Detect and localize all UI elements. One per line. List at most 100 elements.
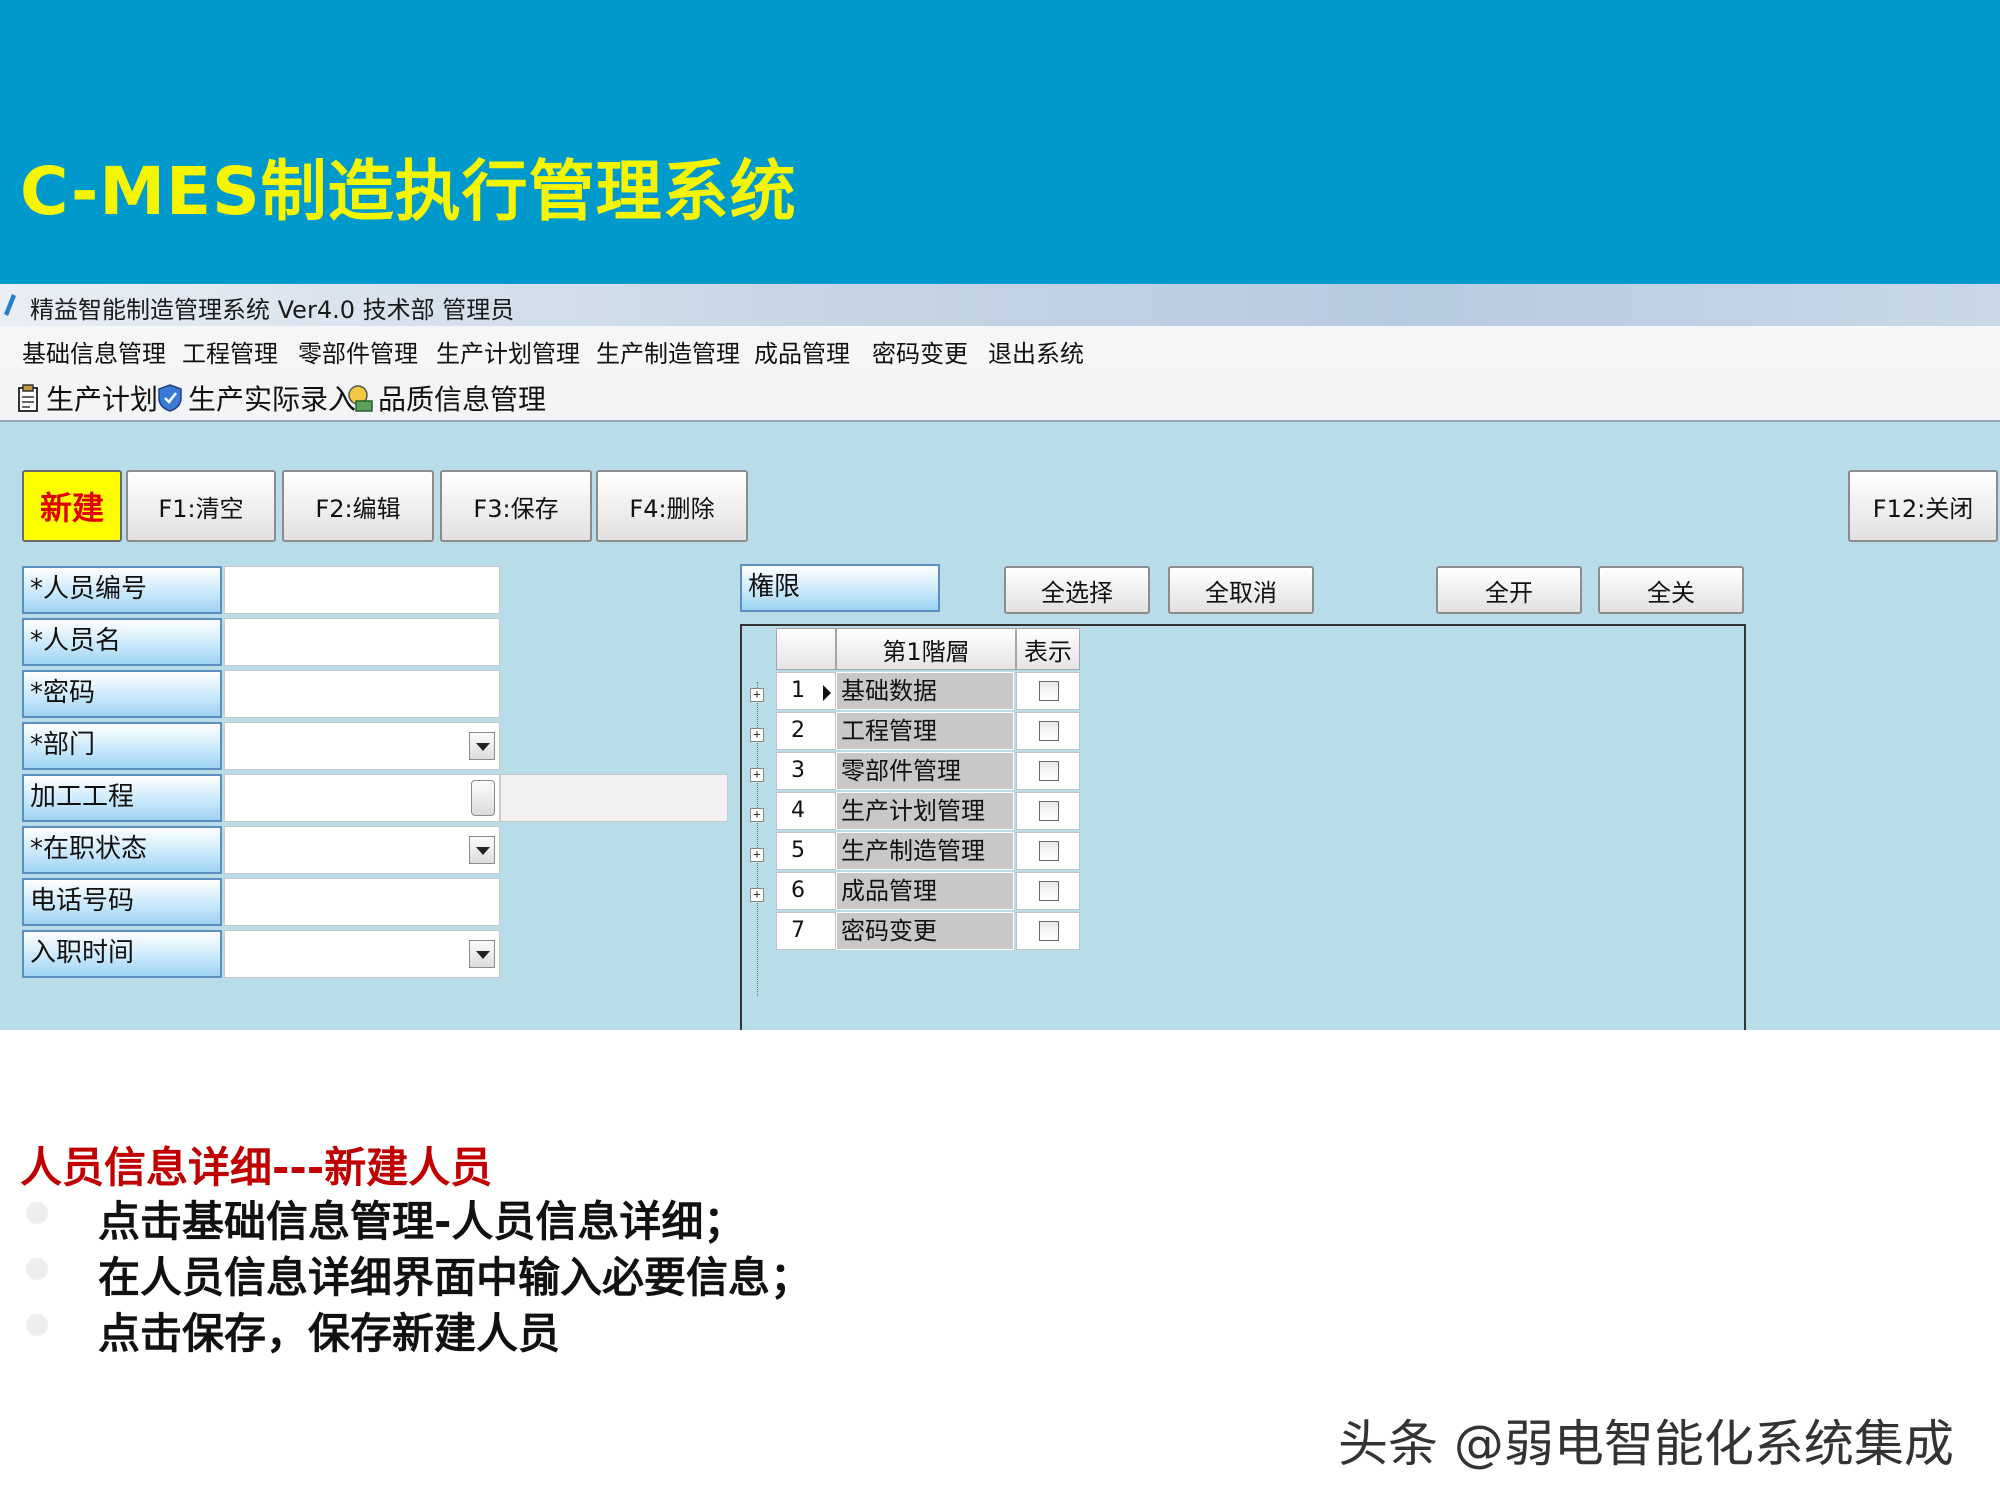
row-display-cell — [1016, 832, 1080, 870]
grid-corner-header — [776, 628, 836, 670]
menu-parts[interactable]: 零部件管理 — [298, 334, 418, 369]
tool-quality-info[interactable]: 品质信息管理 — [346, 378, 546, 418]
caption-bullet: 点击保存，保存新建人员 — [98, 1309, 561, 1358]
menu-change-password[interactable]: 密码变更 — [872, 334, 968, 369]
phone-input[interactable] — [224, 878, 500, 926]
slide-header-band: C-MES制造执行管理系统 — [0, 0, 2000, 284]
edit-button[interactable]: F2:编辑 — [282, 470, 434, 542]
bullet-dot-icon — [26, 1202, 48, 1224]
picker-button[interactable] — [471, 780, 495, 816]
toolbar: 生产计划 生产实际录入 品质信息管理 — [0, 368, 2000, 422]
row-name-cell: 零部件管理 — [836, 752, 1014, 790]
app-window: 精益智能制造管理系统 Ver4.0 技术部 管理员 基础信息管理 工程管理 零部… — [0, 284, 2000, 1030]
row-number-cell: 3 — [776, 752, 836, 790]
password-input[interactable] — [224, 670, 500, 718]
clipboard-icon — [18, 384, 38, 412]
expand-plus-icon[interactable]: + — [750, 728, 764, 742]
tool-actual-entry[interactable]: 生产实际录入 — [156, 378, 356, 418]
bullet-dot-icon — [26, 1314, 48, 1336]
expand-plus-icon[interactable]: + — [750, 808, 764, 822]
display-checkbox[interactable] — [1039, 801, 1059, 821]
employee-name-label: *人员名 — [22, 618, 222, 666]
caption-bullet: 点击基础信息管理-人员信息详细； — [98, 1197, 746, 1246]
expand-plus-icon[interactable]: + — [750, 888, 764, 902]
clear-button[interactable]: F1:清空 — [126, 470, 276, 542]
menu-exit[interactable]: 退出系统 — [988, 334, 1084, 369]
bullet-dot-icon — [26, 1258, 48, 1280]
permission-grid: 第1階層 表示 + 1 基础数据 + 2 工程管理 + 3 零部件管理 + 4 … — [740, 624, 1746, 1030]
row-number-cell: 7 — [776, 912, 836, 950]
grid-header-display[interactable]: 表示 — [1016, 628, 1080, 670]
chevron-down-icon[interactable] — [469, 836, 495, 864]
close-button[interactable]: F12:关闭 — [1848, 470, 1998, 542]
slide-title: C-MES制造执行管理系统 — [20, 153, 797, 230]
row-number-cell: 2 — [776, 712, 836, 750]
row-number-cell: 1 — [776, 672, 836, 710]
expand-plus-icon[interactable]: + — [750, 768, 764, 782]
delete-button[interactable]: F4:删除 — [596, 470, 748, 542]
menu-engineering[interactable]: 工程管理 — [182, 334, 278, 369]
select-all-button[interactable]: 全选择 — [1004, 566, 1150, 614]
menu-finished-goods[interactable]: 成品管理 — [754, 334, 850, 369]
row-name-cell: 工程管理 — [836, 712, 1014, 750]
row-name-cell: 密码变更 — [836, 912, 1014, 950]
caption-title: 人员信息详细---新建人员 — [20, 1143, 493, 1192]
process-input[interactable] — [224, 774, 500, 822]
watermark: 头条 @弱电智能化系统集成 — [1338, 1415, 1954, 1473]
process-label: 加工工程 — [22, 774, 222, 822]
display-checkbox[interactable] — [1039, 841, 1059, 861]
hire-date-label: 入职时间 — [22, 930, 222, 978]
menu-production-plan[interactable]: 生产计划管理 — [436, 334, 580, 369]
chevron-down-icon[interactable] — [469, 732, 495, 760]
department-select[interactable] — [224, 722, 500, 770]
employment-status-select[interactable] — [224, 826, 500, 874]
row-number-cell: 6 — [776, 872, 836, 910]
display-checkbox[interactable] — [1039, 761, 1059, 781]
permission-label: 権限 — [740, 564, 940, 612]
caption-bullet: 在人员信息详细界面中输入必要信息； — [98, 1253, 813, 1302]
tool-production-plan[interactable]: 生产计划 — [14, 378, 158, 418]
menu-manufacturing[interactable]: 生产制造管理 — [596, 334, 740, 369]
employee-id-label: *人员编号 — [22, 566, 222, 614]
phone-label: 电话号码 — [22, 878, 222, 926]
expand-plus-icon[interactable]: + — [750, 848, 764, 862]
expand-all-button[interactable]: 全开 — [1436, 566, 1582, 614]
row-pointer-icon — [823, 685, 831, 701]
window-title: 精益智能制造管理系统 Ver4.0 技术部 管理员 — [30, 296, 515, 324]
save-button[interactable]: F3:保存 — [440, 470, 592, 542]
employment-status-label: *在职状态 — [22, 826, 222, 874]
tool-label: 生产计划 — [46, 383, 159, 416]
display-checkbox[interactable] — [1039, 921, 1059, 941]
menu-bar: 基础信息管理 工程管理 零部件管理 生产计划管理 生产制造管理 成品管理 密码变… — [0, 326, 2000, 368]
row-name-cell: 生产制造管理 — [836, 832, 1014, 870]
row-name-cell: 生产计划管理 — [836, 792, 1014, 830]
window-titlebar: 精益智能制造管理系统 Ver4.0 技术部 管理员 — [0, 284, 2000, 326]
row-name-cell: 成品管理 — [836, 872, 1014, 910]
menu-basic-info[interactable]: 基础信息管理 — [22, 334, 166, 369]
display-checkbox[interactable] — [1039, 681, 1059, 701]
hire-date-select[interactable] — [224, 930, 500, 978]
process-display — [500, 774, 728, 822]
new-button[interactable]: 新建 — [22, 470, 122, 542]
display-checkbox[interactable] — [1039, 881, 1059, 901]
row-display-cell — [1016, 912, 1080, 950]
tool-label: 品质信息管理 — [378, 383, 547, 416]
grid-header-level1[interactable]: 第1階層 — [836, 628, 1016, 670]
employee-name-input[interactable] — [224, 618, 500, 666]
row-display-cell — [1016, 872, 1080, 910]
tool-label: 生产实际录入 — [188, 383, 357, 416]
row-number-cell: 5 — [776, 832, 836, 870]
row-display-cell — [1016, 672, 1080, 710]
shield-icon — [158, 384, 182, 412]
app-logo-icon — [4, 294, 16, 316]
row-number: 1 — [791, 678, 805, 703]
expand-plus-icon[interactable]: + — [750, 688, 764, 702]
cancel-all-button[interactable]: 全取消 — [1168, 566, 1314, 614]
employee-id-input[interactable] — [224, 566, 500, 614]
quality-icon — [348, 385, 373, 412]
collapse-all-button[interactable]: 全关 — [1598, 566, 1744, 614]
row-display-cell — [1016, 752, 1080, 790]
chevron-down-icon[interactable] — [469, 940, 495, 968]
row-name-cell: 基础数据 — [836, 672, 1014, 710]
display-checkbox[interactable] — [1039, 721, 1059, 741]
